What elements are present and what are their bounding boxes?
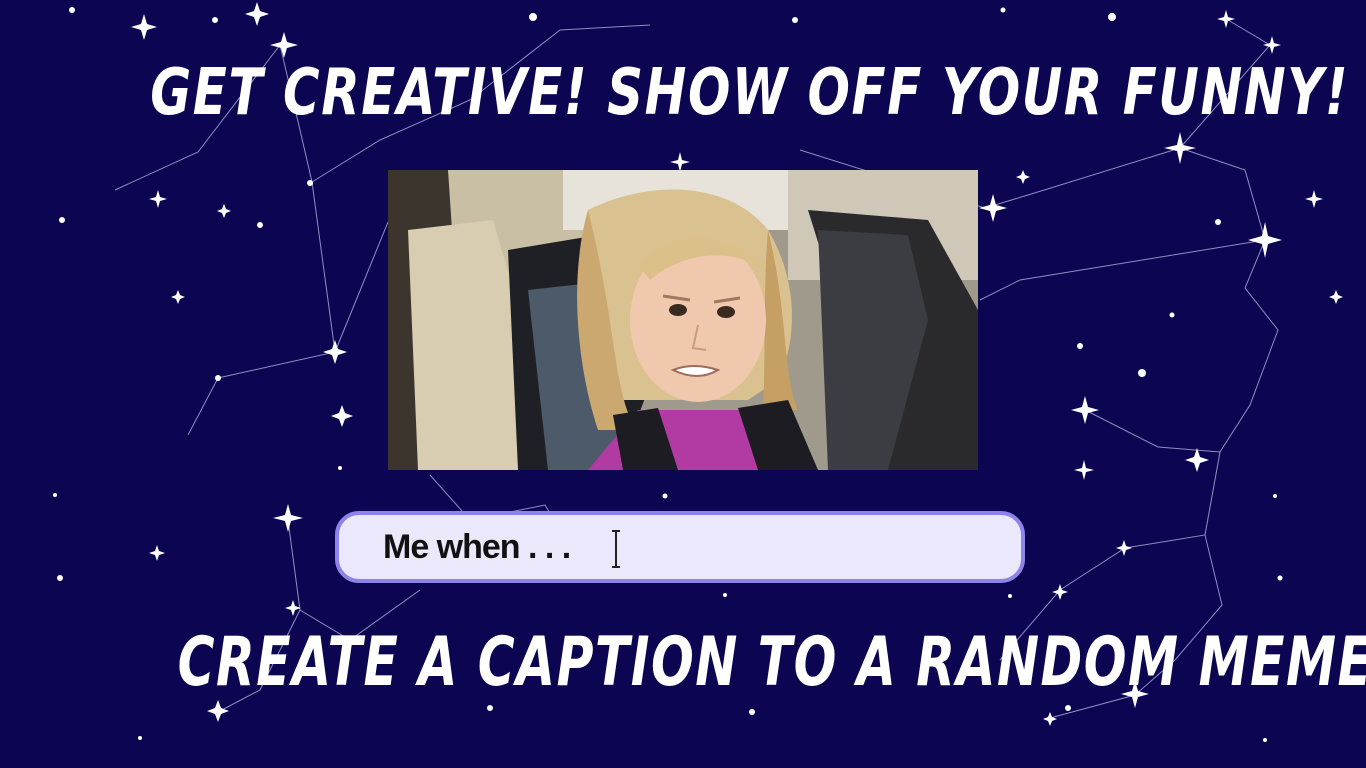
text-cursor-icon: [612, 530, 620, 568]
meme-photo: [388, 170, 978, 470]
page-title: GET CREATIVE! SHOW OFF YOUR FUNNY!: [150, 56, 1350, 130]
caption-input[interactable]: [383, 522, 943, 572]
slide-canvas: GET CREATIVE! SHOW OFF YOUR FUNNY! Me wh…: [0, 0, 1366, 768]
caption-prompt-title: CREATE A CAPTION TO A RANDOM MEME: [177, 623, 1366, 702]
meme-image: [388, 170, 978, 470]
caption-input-box[interactable]: [335, 511, 1025, 583]
